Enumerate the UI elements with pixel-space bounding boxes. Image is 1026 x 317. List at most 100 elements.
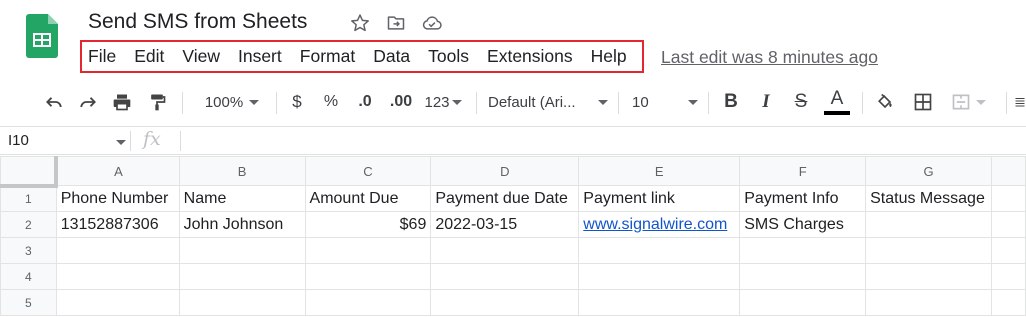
- document-title[interactable]: Send SMS from Sheets: [88, 10, 307, 34]
- cell[interactable]: [304, 237, 432, 264]
- cell[interactable]: $69: [304, 211, 432, 238]
- italic-button[interactable]: I: [755, 82, 777, 122]
- cell[interactable]: [578, 263, 741, 290]
- column-header[interactable]: [991, 156, 1026, 186]
- menu-tools[interactable]: Tools: [428, 46, 469, 67]
- cell[interactable]: [55, 263, 180, 290]
- cell[interactable]: [739, 289, 867, 316]
- star-icon[interactable]: [349, 12, 371, 34]
- undo-icon[interactable]: [40, 82, 68, 122]
- column-header[interactable]: C: [304, 156, 432, 186]
- cell[interactable]: [304, 263, 432, 290]
- column-header[interactable]: A: [55, 156, 180, 186]
- strikethrough-button[interactable]: S: [790, 82, 812, 122]
- text-color-swatch: [824, 110, 850, 115]
- menu-bar: File Edit View Insert Format Data Tools …: [80, 40, 644, 73]
- cell[interactable]: John Johnson: [178, 211, 306, 238]
- cell[interactable]: Payment Info: [739, 185, 867, 212]
- font-size-select[interactable]: 10: [632, 82, 698, 122]
- move-to-folder-icon[interactable]: [385, 12, 407, 34]
- cell[interactable]: [865, 211, 993, 238]
- font-family-value: Default (Ari...: [488, 93, 576, 111]
- align-icon[interactable]: [1014, 82, 1026, 122]
- menu-file[interactable]: File: [88, 46, 116, 67]
- menu-extensions[interactable]: Extensions: [487, 46, 573, 67]
- cell[interactable]: [739, 263, 867, 290]
- print-icon[interactable]: [108, 82, 136, 122]
- menu-view[interactable]: View: [182, 46, 220, 67]
- cell[interactable]: [55, 237, 180, 264]
- increase-decimal-button[interactable]: .00: [386, 82, 416, 122]
- cell[interactable]: www.signalwire.com: [578, 211, 741, 238]
- cell[interactable]: Payment link: [578, 185, 741, 212]
- menu-format[interactable]: Format: [300, 46, 355, 67]
- cell[interactable]: 13152887306: [55, 211, 180, 238]
- cell[interactable]: [578, 237, 741, 264]
- font-family-select[interactable]: Default (Ari...: [488, 82, 608, 122]
- percent-button[interactable]: %: [320, 82, 342, 122]
- column-header[interactable]: B: [178, 156, 306, 186]
- row-header[interactable]: 1: [0, 185, 57, 212]
- chevron-down-icon: [688, 99, 698, 105]
- name-box[interactable]: I10: [8, 132, 29, 149]
- column-header[interactable]: D: [430, 156, 580, 186]
- cell[interactable]: [991, 185, 1026, 212]
- more-formats-button[interactable]: 123: [422, 82, 464, 122]
- sheets-logo-icon[interactable]: [26, 14, 58, 58]
- currency-button[interactable]: $: [286, 82, 308, 122]
- row-header[interactable]: 5: [0, 289, 57, 316]
- cell[interactable]: [430, 289, 580, 316]
- chevron-down-icon[interactable]: [116, 140, 126, 145]
- row-header[interactable]: 2: [0, 211, 57, 238]
- last-edit-link[interactable]: Last edit was 8 minutes ago: [661, 47, 878, 68]
- menu-edit[interactable]: Edit: [134, 46, 164, 67]
- cell[interactable]: [304, 289, 432, 316]
- cell[interactable]: [178, 237, 306, 264]
- redo-icon[interactable]: [74, 82, 102, 122]
- cell[interactable]: [991, 263, 1026, 290]
- column-header[interactable]: E: [578, 156, 741, 186]
- font-size-value: 10: [632, 93, 649, 111]
- cell[interactable]: [430, 263, 580, 290]
- cell[interactable]: [430, 237, 580, 264]
- borders-icon[interactable]: [910, 82, 936, 122]
- bold-button[interactable]: B: [720, 82, 742, 122]
- cell[interactable]: Phone Number: [55, 185, 180, 212]
- merge-cells-icon[interactable]: [946, 82, 990, 122]
- decrease-decimal-button[interactable]: .0: [352, 82, 378, 122]
- cell[interactable]: [991, 211, 1026, 238]
- text-color-button[interactable]: A: [823, 82, 851, 122]
- cell[interactable]: [55, 289, 180, 316]
- cell[interactable]: [991, 289, 1026, 316]
- cell[interactable]: [178, 263, 306, 290]
- menu-help[interactable]: Help: [591, 46, 627, 67]
- cell[interactable]: [865, 289, 993, 316]
- cell[interactable]: 2022-03-15: [430, 211, 580, 238]
- cloud-saved-icon[interactable]: [421, 12, 443, 34]
- cell[interactable]: [578, 289, 741, 316]
- fill-color-icon[interactable]: [872, 82, 898, 122]
- cell[interactable]: [865, 263, 993, 290]
- cell[interactable]: Name: [178, 185, 306, 212]
- paint-format-icon[interactable]: [143, 82, 171, 122]
- row-header[interactable]: 3: [0, 237, 57, 264]
- cell[interactable]: [865, 237, 993, 264]
- column-header[interactable]: F: [739, 156, 867, 186]
- menu-insert[interactable]: Insert: [238, 46, 282, 67]
- zoom-select[interactable]: 100%: [196, 82, 268, 122]
- table-row: 5: [0, 289, 1026, 316]
- payment-link[interactable]: www.signalwire.com: [583, 216, 727, 233]
- fx-icon: fx: [143, 128, 161, 150]
- cell[interactable]: [739, 237, 867, 264]
- row-header[interactable]: 4: [0, 263, 57, 290]
- cell[interactable]: Payment due Date: [430, 185, 580, 212]
- column-header[interactable]: G: [865, 156, 993, 186]
- formula-bar: I10 fx: [0, 126, 1026, 155]
- cell[interactable]: Amount Due: [304, 185, 432, 212]
- cell[interactable]: [991, 237, 1026, 264]
- cell[interactable]: Status Message: [865, 185, 993, 212]
- cell[interactable]: [178, 289, 306, 316]
- select-all-corner[interactable]: [0, 156, 59, 188]
- cell[interactable]: SMS Charges: [739, 211, 867, 238]
- menu-data[interactable]: Data: [373, 46, 410, 67]
